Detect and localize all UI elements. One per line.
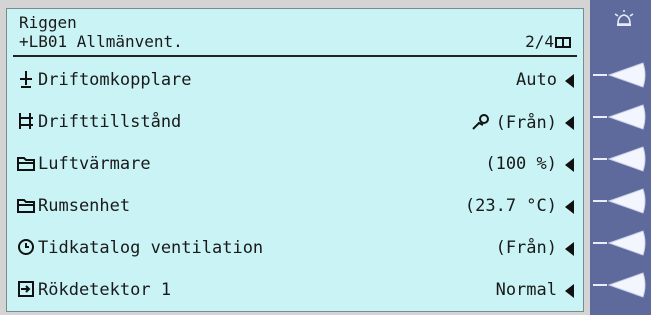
list-item-rumsenhet[interactable]: Rumsenhet (23.7 °C) bbox=[7, 185, 583, 227]
page-title: Riggen bbox=[19, 13, 77, 32]
display-frame: Riggen +LB01 Allmänvent. 2/4 Driftomkopp… bbox=[0, 0, 590, 315]
selector-switch-icon bbox=[20, 71, 32, 88]
softkey-button-1[interactable] bbox=[593, 58, 649, 92]
header-divider bbox=[13, 55, 577, 57]
select-arrow-icon[interactable] bbox=[565, 116, 574, 130]
softkey-button-2[interactable] bbox=[593, 100, 649, 134]
row-value: (Från) bbox=[495, 238, 557, 258]
list-item-tidkatalog[interactable]: Tidkatalog ventilation (Från) bbox=[7, 227, 583, 269]
row-label: Rökdetektor 1 bbox=[38, 280, 172, 300]
row-label: Rumsenhet bbox=[38, 196, 131, 216]
breadcrumb: +LB01 Allmänvent. bbox=[19, 32, 183, 51]
folder-icon bbox=[17, 157, 35, 171]
row-value-container: (Från) bbox=[471, 113, 557, 132]
book-icon bbox=[555, 37, 571, 48]
softkey-button-4[interactable] bbox=[593, 184, 649, 218]
list-item-rokdetektor[interactable]: Rökdetektor 1 Normal bbox=[7, 269, 583, 311]
row-label: Luftvärmare bbox=[38, 154, 151, 174]
row-value: Auto bbox=[516, 70, 557, 90]
select-arrow-icon[interactable] bbox=[565, 242, 574, 256]
select-arrow-icon[interactable] bbox=[565, 200, 574, 214]
softkey-button-6[interactable] bbox=[593, 268, 649, 302]
row-value: (100 %) bbox=[485, 154, 557, 174]
lcd-screen: Riggen +LB01 Allmänvent. 2/4 Driftomkopp… bbox=[6, 8, 584, 312]
list-item-luftvarmare[interactable]: Luftvärmare (100 %) bbox=[7, 143, 583, 185]
page-indicator: 2/4 bbox=[525, 34, 571, 50]
row-label: Tidkatalog ventilation bbox=[38, 238, 264, 258]
select-arrow-icon[interactable] bbox=[565, 158, 574, 172]
alarm-bell-icon[interactable] bbox=[612, 8, 636, 32]
list-item-drifttillstand[interactable]: Drifttillstånd (Från) bbox=[7, 101, 583, 143]
list-item-driftomkopplare[interactable]: Driftomkopplare Auto bbox=[7, 59, 583, 101]
row-label: Drifttillstånd bbox=[38, 112, 182, 132]
row-value: (Från) bbox=[495, 113, 557, 133]
row-value: Normal bbox=[495, 280, 557, 300]
softkey-button-5[interactable] bbox=[593, 226, 649, 260]
row-value: (23.7 °C) bbox=[464, 196, 557, 216]
page-number: 2/4 bbox=[525, 32, 554, 51]
row-label: Driftomkopplare bbox=[38, 70, 192, 90]
input-icon bbox=[18, 281, 34, 297]
clock-icon bbox=[18, 239, 34, 255]
fan-hand-icon bbox=[471, 114, 489, 130]
folder-icon bbox=[17, 199, 35, 213]
select-arrow-icon[interactable] bbox=[565, 74, 574, 88]
select-arrow-icon[interactable] bbox=[565, 284, 574, 298]
operating-state-icon bbox=[19, 113, 33, 129]
softkey-button-3[interactable] bbox=[593, 142, 649, 176]
